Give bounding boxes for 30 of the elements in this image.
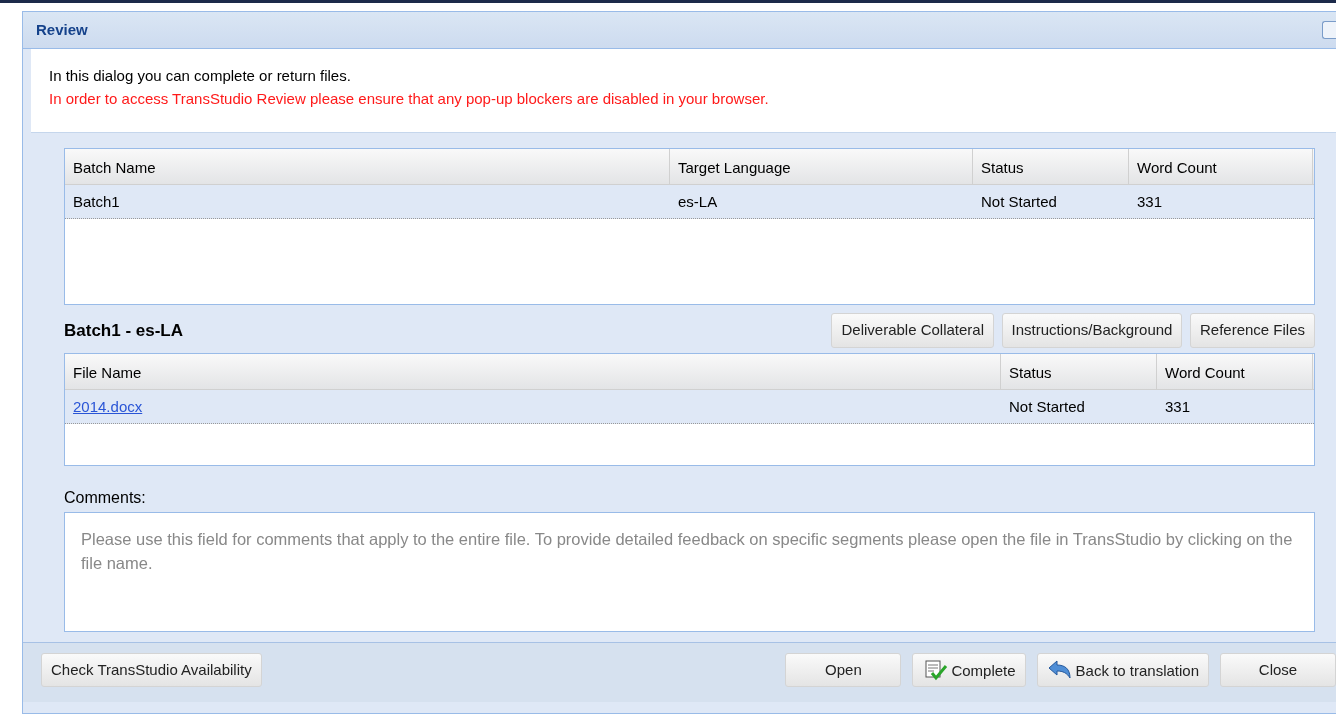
column-header[interactable]: Target Language [670,149,973,184]
window-title: Review [36,19,88,40]
file-link[interactable]: 2014.docx [73,397,143,415]
action-button[interactable]: Open [785,652,902,687]
comments-label: Comments: [64,487,147,508]
section-heading: Batch1 - es-LA [64,319,184,342]
table-cell: Not Started [1009,397,1085,415]
action-button[interactable]: Check TransStudio Availability [41,652,262,687]
table-cell: Batch1 [73,193,120,210]
warning-text: In order to access TransStudio Review please ensure that any pop-up blockers are disabled in your browser. [49,88,770,109]
toolbar-button[interactable]: Reference Files [1189,313,1315,348]
table-cell: es-LA [678,193,718,210]
action-button[interactable]: Close [1220,652,1336,687]
column-header[interactable]: File Name [65,353,1001,389]
column-header[interactable]: Word Count [1129,149,1313,184]
toolbar-button[interactable]: Instructions/Background [1001,313,1183,348]
table-row[interactable]: Batch1 es-LA Not Started 331 [65,185,1314,219]
table-row[interactable]: 2014.docx Not Started 331 [65,389,1314,424]
column-header[interactable]: Batch Name [65,149,670,184]
table-cell: 331 [1137,193,1163,210]
column-header[interactable]: Status [973,149,1129,184]
column-header[interactable]: Status [1001,353,1157,389]
table-cell: Not Started [981,193,1057,210]
column-header[interactable]: Word Count [1157,353,1313,389]
toolbar-button[interactable]: Deliverable Collateral [831,313,995,348]
intro-text: In this dialog you can complete or return files. [49,66,352,86]
action-button[interactable]: Back to translation [1036,652,1209,687]
table-cell: 331 [1165,397,1191,415]
comments-field[interactable]: Please use this field for comments that apply to the entire file. To provide detailed feedback on specific segments please open the file in TransStudio by clicking on the file name. [64,511,1315,632]
action-button[interactable]: Complete [912,652,1026,687]
